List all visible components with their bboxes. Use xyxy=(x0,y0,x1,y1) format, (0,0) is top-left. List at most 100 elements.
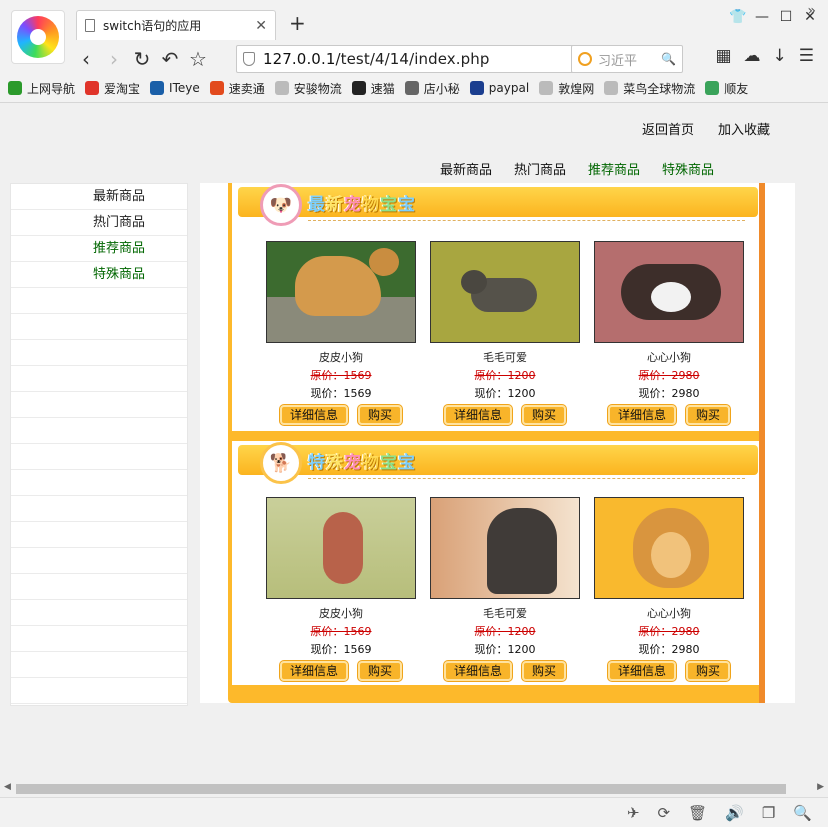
bookmark-label: 顺友 xyxy=(724,81,749,96)
home-link[interactable]: 返回首页 xyxy=(642,119,694,138)
new-tab-button[interactable]: + xyxy=(289,13,306,33)
bookmark-item[interactable]: 店小秘 xyxy=(404,80,460,97)
bookmark-item[interactable]: 顺友 xyxy=(705,80,748,97)
product-image[interactable] xyxy=(594,241,744,343)
detail-button[interactable]: 详细信息 xyxy=(607,405,676,425)
rocket-icon[interactable]: ✈ xyxy=(627,804,640,822)
buy-button[interactable]: 购买 xyxy=(522,405,567,425)
scroll-right-icon[interactable]: ▶ xyxy=(817,782,824,792)
cloud-icon[interactable]: ☁ xyxy=(744,46,761,66)
pet-figure xyxy=(487,508,557,594)
bookmarks-more-icon[interactable]: » xyxy=(807,3,816,19)
sidebar: 最新商品 热门商品 推荐商品 特殊商品 xyxy=(10,183,188,706)
back-button[interactable]: ‹ xyxy=(72,45,100,73)
title-char: 特 xyxy=(308,452,326,473)
forward-button[interactable]: › xyxy=(100,45,128,73)
zoom-icon[interactable]: 🔍 xyxy=(793,804,812,822)
sidebar-item xyxy=(11,496,187,522)
bookmark-label: ITeye xyxy=(169,81,200,95)
undo-close-button[interactable]: ↶ xyxy=(156,45,184,73)
product-image[interactable] xyxy=(266,241,416,343)
tab-close-icon[interactable]: ✕ xyxy=(255,18,267,34)
bookmark-item[interactable]: 菜鸟全球物流 xyxy=(604,80,695,97)
main-nav: 最新商品 热门商品 推荐商品 特殊商品 xyxy=(440,159,714,178)
bookmark-item[interactable]: paypal xyxy=(469,81,529,95)
product-panel: 🐶 最新宠物宝宝 皮皮小狗 原价：1569 现价：1569 详细信息 购买 毛毛可爱 原价：… xyxy=(228,183,765,703)
volume-icon[interactable]: 🔊 xyxy=(725,804,744,822)
bookmark-label: 爱淘宝 xyxy=(104,81,141,96)
sidebar-item xyxy=(11,678,187,704)
buy-button[interactable]: 购买 xyxy=(358,405,403,425)
scroll-thumb[interactable] xyxy=(16,784,786,794)
sidebar-item[interactable]: 推荐商品 xyxy=(11,236,187,262)
product-name: 毛毛可爱 xyxy=(483,607,527,620)
buy-button[interactable]: 购买 xyxy=(522,661,567,681)
buy-button[interactable]: 购买 xyxy=(686,661,731,681)
product-image[interactable] xyxy=(430,497,580,599)
sidebar-item[interactable]: 特殊商品 xyxy=(11,262,187,288)
window-icon[interactable]: ❐ xyxy=(762,804,775,822)
buy-button[interactable]: 购买 xyxy=(686,405,731,425)
section-special-title: 特殊宠物宝宝 xyxy=(308,448,416,473)
product-name: 心心小狗 xyxy=(647,607,691,620)
bookmarks-bar: 上网导航 爱淘宝 ITeye 速卖通 安骏物流 速猫 店小秘 paypal 敦煌网 菜鸟全球物流 顺… xyxy=(0,76,828,100)
horizontal-scrollbar[interactable]: ◀ ▶ xyxy=(0,782,828,796)
product-actions: 详细信息 购买 xyxy=(266,405,416,425)
page-doc-icon xyxy=(85,19,95,32)
detail-button[interactable]: 详细信息 xyxy=(443,661,512,681)
menu-icon[interactable]: ☰ xyxy=(799,46,814,66)
search-input[interactable]: 习近平 xyxy=(598,50,655,69)
divider xyxy=(308,220,745,221)
bookmark-label: 速卖通 xyxy=(228,81,265,96)
maximize-button[interactable]: ☐ xyxy=(774,8,798,26)
bookmark-item[interactable]: 敦煌网 xyxy=(539,80,594,97)
product-image[interactable] xyxy=(430,241,580,343)
sidebar-item[interactable]: 最新商品 xyxy=(11,184,187,210)
main-nav-link[interactable]: 推荐商品 xyxy=(588,159,640,178)
product-name: 心心小狗 xyxy=(647,351,691,364)
product-image[interactable] xyxy=(266,497,416,599)
reload-button[interactable]: ↻ xyxy=(128,45,156,73)
refresh-speed-icon[interactable]: ⟳ xyxy=(658,804,671,822)
bookmark-item[interactable]: 安骏物流 xyxy=(274,80,342,97)
product-card: 心心小狗 原价：2980 现价：2980 详细信息 购买 xyxy=(594,241,744,425)
search-box[interactable]: 习近平 🔍 xyxy=(571,45,683,73)
product-grid-latest: 皮皮小狗 原价：1569 现价：1569 详细信息 购买 毛毛可爱 原价：1200 现价：12… xyxy=(266,241,746,425)
detail-button[interactable]: 详细信息 xyxy=(443,405,512,425)
main-nav-link[interactable]: 特殊商品 xyxy=(662,159,714,178)
dog-badge-icon: 🐕 xyxy=(260,442,302,484)
search-icon[interactable]: 🔍 xyxy=(661,52,676,66)
add-favorite-link[interactable]: 加入收藏 xyxy=(718,119,770,138)
buy-button[interactable]: 购买 xyxy=(358,661,403,681)
section-special-banner: 🐕 特殊宠物宝宝 xyxy=(238,442,758,484)
bookmark-item[interactable]: 爱淘宝 xyxy=(85,80,140,97)
trash-icon[interactable]: 🗑 xyxy=(688,804,707,822)
bookmark-favicon-icon xyxy=(404,81,419,95)
main-nav-link[interactable]: 热门商品 xyxy=(514,159,566,178)
download-icon[interactable]: ↓ xyxy=(773,46,787,66)
bookmark-star-button[interactable]: ☆ xyxy=(184,45,212,73)
bookmark-item[interactable]: 上网导航 xyxy=(8,80,75,97)
product-actions: 详细信息 购买 xyxy=(594,661,744,681)
skin-icon[interactable]: 👕 xyxy=(726,8,750,26)
apps-icon[interactable]: ▦ xyxy=(715,46,731,66)
sidebar-item xyxy=(11,288,187,314)
browser-tab[interactable]: switch语句的应用 ✕ xyxy=(76,10,276,40)
url-text[interactable]: 127.0.0.1/test/4/14/index.php xyxy=(263,50,573,68)
title-char: 宝 xyxy=(398,194,416,215)
bookmark-item[interactable]: 速猫 xyxy=(351,80,395,97)
bookmark-item[interactable]: ITeye xyxy=(150,81,200,95)
detail-button[interactable]: 详细信息 xyxy=(607,661,676,681)
original-price: 原价：1569 xyxy=(310,625,372,638)
detail-button[interactable]: 详细信息 xyxy=(279,661,348,681)
main-nav-link[interactable]: 最新商品 xyxy=(440,159,492,178)
sidebar-item xyxy=(11,652,187,678)
scroll-left-icon[interactable]: ◀ xyxy=(4,782,11,792)
bookmark-item[interactable]: 速卖通 xyxy=(209,80,265,97)
minimize-button[interactable]: — xyxy=(750,8,774,26)
detail-button[interactable]: 详细信息 xyxy=(279,405,348,425)
browser-logo[interactable] xyxy=(11,10,65,64)
product-image[interactable] xyxy=(594,497,744,599)
bookmark-favicon-icon xyxy=(85,81,100,95)
sidebar-item[interactable]: 热门商品 xyxy=(11,210,187,236)
